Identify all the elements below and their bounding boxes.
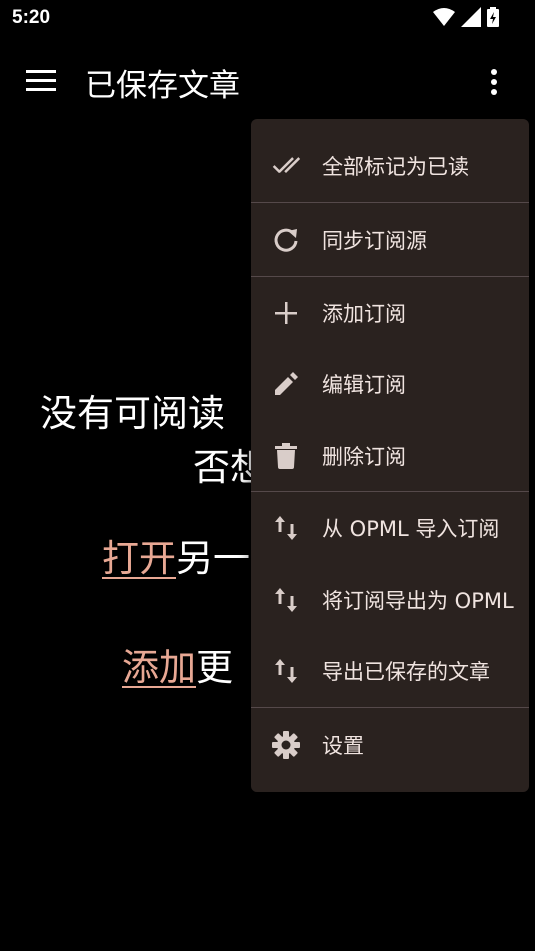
pencil-icon (271, 369, 301, 399)
menu-item-label: 设置 (322, 734, 364, 758)
open-rest-text: 另一 (176, 537, 250, 580)
add-link[interactable]: 添加 (122, 646, 196, 689)
menu-item-label: 全部标记为已读 (322, 155, 469, 179)
double-check-icon (271, 151, 301, 181)
menu-item-sync-feeds[interactable]: 同步订阅源 (251, 205, 529, 275)
import-export-icon (271, 513, 301, 543)
menu-divider (251, 202, 529, 203)
overflow-menu: 全部标记为已读 同步订阅源 添加订阅 编辑订阅 删除订阅 从 OPML 导入订阅 (251, 119, 529, 792)
menu-item-label: 同步订阅源 (322, 229, 427, 253)
plus-icon (271, 298, 301, 328)
menu-item-settings[interactable]: 设置 (251, 710, 529, 780)
trash-icon (271, 441, 301, 471)
menu-item-label: 导出已保存的文章 (322, 660, 490, 684)
empty-line-4: 添加更 (122, 637, 233, 691)
menu-item-label: 删除订阅 (322, 445, 406, 469)
menu-item-label: 从 OPML 导入订阅 (322, 517, 500, 541)
menu-item-export-opml[interactable]: 将订阅导出为 OPML (251, 565, 529, 635)
empty-line-1: 没有可阅读 (40, 392, 225, 435)
menu-divider (251, 276, 529, 277)
gear-icon (271, 730, 301, 760)
import-export-icon (271, 656, 301, 686)
menu-item-import-opml[interactable]: 从 OPML 导入订阅 (251, 493, 529, 563)
refresh-icon (271, 225, 301, 255)
add-rest-text: 更 (196, 646, 233, 689)
menu-item-add-subscription[interactable]: 添加订阅 (251, 278, 529, 348)
menu-divider (251, 491, 529, 492)
menu-item-label: 将订阅导出为 OPML (322, 589, 514, 613)
menu-item-mark-all-read[interactable]: 全部标记为已读 (251, 131, 529, 201)
menu-item-edit-subscription[interactable]: 编辑订阅 (251, 349, 529, 419)
menu-item-label: 编辑订阅 (322, 373, 406, 397)
menu-item-export-saved-articles[interactable]: 导出已保存的文章 (251, 636, 529, 706)
menu-item-delete-subscription[interactable]: 删除订阅 (251, 421, 529, 491)
import-export-icon (271, 585, 301, 615)
menu-divider (251, 707, 529, 708)
menu-item-label: 添加订阅 (322, 302, 406, 326)
empty-line-3: 打开另一 (102, 528, 250, 582)
open-link[interactable]: 打开 (102, 537, 176, 580)
